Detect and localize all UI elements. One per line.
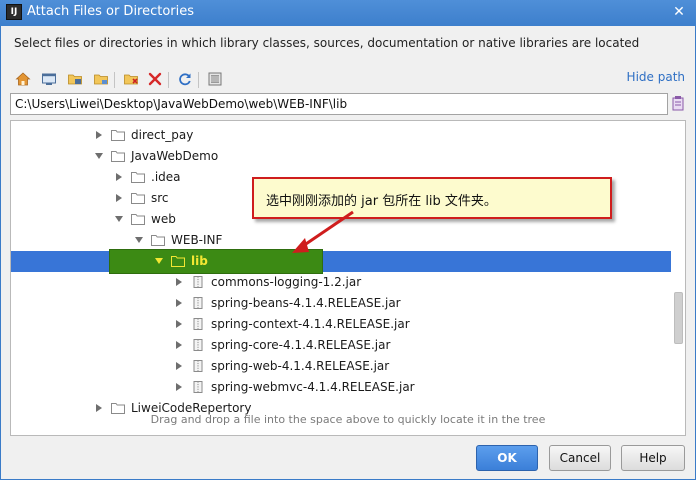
jar-archive-icon [191, 297, 205, 309]
folder-icon [151, 234, 165, 246]
toolbar-separator [198, 72, 199, 88]
chevron-right-icon[interactable] [173, 381, 185, 393]
chevron-down-icon[interactable] [113, 213, 125, 225]
tree-row[interactable]: spring-core-4.1.4.RELEASE.jar [11, 335, 671, 356]
chevron-right-icon[interactable] [113, 192, 125, 204]
module-folder-icon[interactable] [92, 70, 110, 88]
tree-row[interactable]: commons-logging-1.2.jar [11, 272, 671, 293]
folder-icon [171, 255, 185, 267]
annotation-text: 选中刚刚添加的 jar 包所在 lib 文件夹。 [266, 194, 497, 209]
show-hidden-icon[interactable] [206, 70, 224, 88]
tree-item-label: lib [191, 254, 208, 268]
jar-archive-icon [191, 381, 205, 393]
title-bar: IJ Attach Files or Directories ✕ [0, 0, 696, 26]
chevron-right-icon[interactable] [173, 339, 185, 351]
new-folder-icon[interactable] [122, 70, 140, 88]
tree-item-label: spring-context-4.1.4.RELEASE.jar [211, 317, 410, 331]
toolbar-separator [168, 72, 169, 88]
tree-row[interactable]: direct_pay [11, 125, 671, 146]
dialog-description: Select files or directories in which lib… [14, 36, 640, 50]
tree-row[interactable]: spring-context-4.1.4.RELEASE.jar [11, 314, 671, 335]
window-title: Attach Files or Directories [27, 4, 195, 19]
tree-scrollbar-thumb[interactable] [674, 292, 683, 344]
chevron-right-icon[interactable] [173, 276, 185, 288]
home-icon[interactable] [14, 70, 32, 88]
drag-drop-hint: Drag and drop a file into the space abov… [150, 413, 546, 426]
tree-item-label: web [151, 212, 176, 226]
refresh-icon[interactable] [176, 70, 194, 88]
chevron-right-icon[interactable] [173, 318, 185, 330]
dialog-body: Select files or directories in which lib… [1, 26, 695, 479]
folder-icon [131, 171, 145, 183]
toolbar-separator [114, 72, 115, 88]
tree-item-label: spring-web-4.1.4.RELEASE.jar [211, 359, 390, 373]
hide-path-link[interactable]: Hide path [627, 70, 685, 84]
jar-archive-icon [191, 360, 205, 372]
desktop-icon[interactable] [40, 70, 58, 88]
cancel-button[interactable]: Cancel [549, 445, 611, 471]
tree-item-label: direct_pay [131, 128, 194, 142]
folder-icon [131, 192, 145, 204]
folder-icon [131, 213, 145, 225]
tree-item-label: WEB-INF [171, 233, 223, 247]
chevron-right-icon[interactable] [113, 171, 125, 183]
tree-item-label: src [151, 191, 169, 205]
help-button[interactable]: Help [621, 445, 685, 471]
chevron-down-icon[interactable] [153, 255, 165, 267]
chevron-down-icon[interactable] [133, 234, 145, 246]
chevron-down-icon[interactable] [93, 150, 105, 162]
path-input[interactable] [10, 93, 668, 115]
tree-item-label: spring-core-4.1.4.RELEASE.jar [211, 338, 391, 352]
ok-button[interactable]: OK [476, 445, 538, 471]
tree-row[interactable]: spring-web-4.1.4.RELEASE.jar [11, 356, 671, 377]
tree-item-label: spring-beans-4.1.4.RELEASE.jar [211, 296, 401, 310]
path-history-icon[interactable] [671, 95, 685, 113]
project-folder-icon[interactable] [66, 70, 84, 88]
folder-icon [111, 129, 125, 141]
chevron-right-icon[interactable] [173, 360, 185, 372]
close-icon[interactable]: ✕ [668, 2, 690, 22]
tree-item-label: spring-webmvc-4.1.4.RELEASE.jar [211, 380, 415, 394]
folder-icon [111, 150, 125, 162]
file-tree[interactable]: direct_pay JavaWebDemo .idea src web WEB-INF l… [10, 120, 686, 436]
jar-archive-icon [191, 276, 205, 288]
jar-archive-icon [191, 339, 205, 351]
intellij-app-icon: IJ [6, 4, 22, 20]
tree-item-label: JavaWebDemo [131, 149, 219, 163]
chevron-right-icon[interactable] [173, 297, 185, 309]
delete-icon[interactable] [146, 70, 164, 88]
tree-item-label: commons-logging-1.2.jar [211, 275, 362, 289]
tree-item-label: .idea [151, 170, 181, 184]
tree-row-selected[interactable]: lib [11, 249, 671, 274]
tree-row[interactable]: spring-webmvc-4.1.4.RELEASE.jar [11, 377, 671, 398]
tree-row[interactable]: spring-beans-4.1.4.RELEASE.jar [11, 293, 671, 314]
chevron-right-icon[interactable] [93, 129, 105, 141]
selection-highlight-box [109, 249, 323, 274]
annotation-callout: 选中刚刚添加的 jar 包所在 lib 文件夹。 [252, 177, 612, 219]
tree-row[interactable]: JavaWebDemo [11, 146, 671, 167]
tree-row[interactable]: WEB-INF [11, 230, 671, 251]
jar-archive-icon [191, 318, 205, 330]
